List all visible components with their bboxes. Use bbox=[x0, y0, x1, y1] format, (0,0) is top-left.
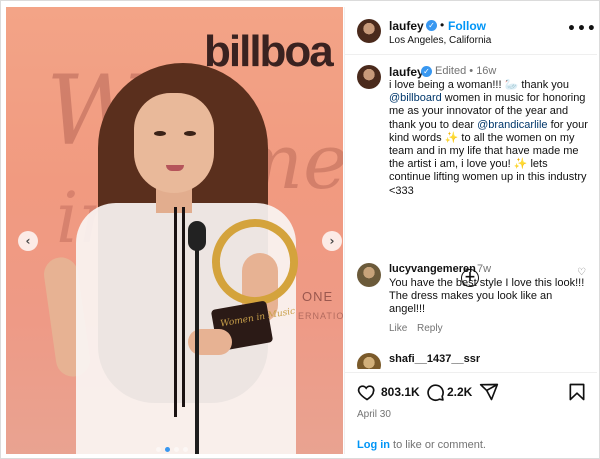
microphone-icon bbox=[188, 221, 206, 251]
comment-text: You have the best style I love this look… bbox=[389, 277, 585, 316]
verified-badge-icon: ✓ bbox=[426, 20, 437, 31]
caption-text: i love being a woman!!! 🦢 thank you @bil… bbox=[389, 79, 589, 198]
likes-count[interactable]: 803.1K bbox=[381, 385, 420, 399]
chevron-right-icon[interactable]: › bbox=[322, 231, 342, 251]
separator-dot: • bbox=[440, 18, 445, 32]
caption-username[interactable]: laufey bbox=[389, 65, 424, 79]
follow-button[interactable]: Follow bbox=[448, 19, 486, 33]
login-prompt: Log in to like or comment. bbox=[357, 439, 486, 451]
commenter-avatar[interactable] bbox=[357, 353, 381, 369]
carousel-dot-active bbox=[165, 447, 170, 452]
commenter-avatar[interactable] bbox=[357, 263, 381, 287]
carousel-dot bbox=[183, 447, 188, 452]
verified-badge-icon: ✓ bbox=[421, 66, 432, 77]
commenter-username[interactable]: shafi__1437__ssr bbox=[389, 353, 480, 365]
backdrop-text-2: ERNATION bbox=[298, 311, 343, 321]
edited-label: Edited bbox=[435, 65, 467, 77]
comments-count[interactable]: 2.2K bbox=[447, 385, 472, 399]
author-username[interactable]: laufey bbox=[389, 19, 424, 33]
instagram-post: billboa Wo me in ONE ERNATION Women in M… bbox=[0, 0, 600, 459]
comment-like-button[interactable]: Like bbox=[389, 323, 407, 334]
comment-reply-button[interactable]: Reply bbox=[417, 323, 443, 334]
caption-text-1: i love being a woman!!! 🦢 thank you bbox=[389, 79, 570, 91]
comment-time: 7w bbox=[477, 263, 492, 275]
post-location[interactable]: Los Angeles, California bbox=[389, 35, 491, 46]
comment-icon[interactable] bbox=[425, 382, 445, 402]
mention-link[interactable]: @brandicarlile bbox=[477, 119, 547, 131]
post-date: April 30 bbox=[357, 409, 391, 420]
bookmark-icon[interactable] bbox=[567, 382, 587, 402]
backdrop-text-1: ONE bbox=[302, 289, 334, 304]
carousel-dots bbox=[156, 447, 188, 452]
author-avatar[interactable] bbox=[357, 19, 381, 43]
comment-item: shafi__1437__ssr bbox=[345, 353, 597, 369]
heart-icon[interactable] bbox=[357, 382, 377, 402]
commenter-username[interactable]: lucyvangemeren bbox=[389, 263, 476, 275]
person-eye-left bbox=[154, 131, 166, 136]
neck-ribbon-2 bbox=[182, 207, 185, 407]
share-icon[interactable] bbox=[479, 382, 499, 402]
login-link[interactable]: Log in bbox=[357, 439, 390, 451]
carousel-dot bbox=[156, 447, 161, 452]
microphone-stand bbox=[195, 243, 199, 454]
post-header: laufey ✓ • Follow Los Angeles, Californi… bbox=[345, 7, 597, 55]
caption-meta: Edited • 16w bbox=[435, 65, 496, 77]
billboard-sign: billboa bbox=[204, 27, 334, 76]
person-face bbox=[134, 93, 214, 193]
neck-ribbon bbox=[174, 207, 177, 417]
post-sidebar: laufey ✓ • Follow Los Angeles, Californi… bbox=[344, 7, 597, 454]
caption-time: 16w bbox=[476, 65, 497, 77]
person-eye-right bbox=[184, 131, 196, 136]
carousel-dot bbox=[174, 447, 179, 452]
caption-avatar[interactable] bbox=[357, 65, 381, 89]
heart-icon[interactable]: ♡ bbox=[577, 267, 586, 278]
post-photo[interactable]: billboa Wo me in ONE ERNATION Women in M… bbox=[6, 7, 343, 454]
login-prompt-text: to like or comment. bbox=[390, 439, 486, 451]
mention-link[interactable]: @billboard bbox=[389, 92, 442, 104]
post-actions: 803.1K 2.2K April 30 Log in to like or c… bbox=[345, 372, 597, 454]
more-icon[interactable]: ••• bbox=[567, 21, 597, 37]
chevron-left-icon[interactable]: ‹ bbox=[18, 231, 38, 251]
